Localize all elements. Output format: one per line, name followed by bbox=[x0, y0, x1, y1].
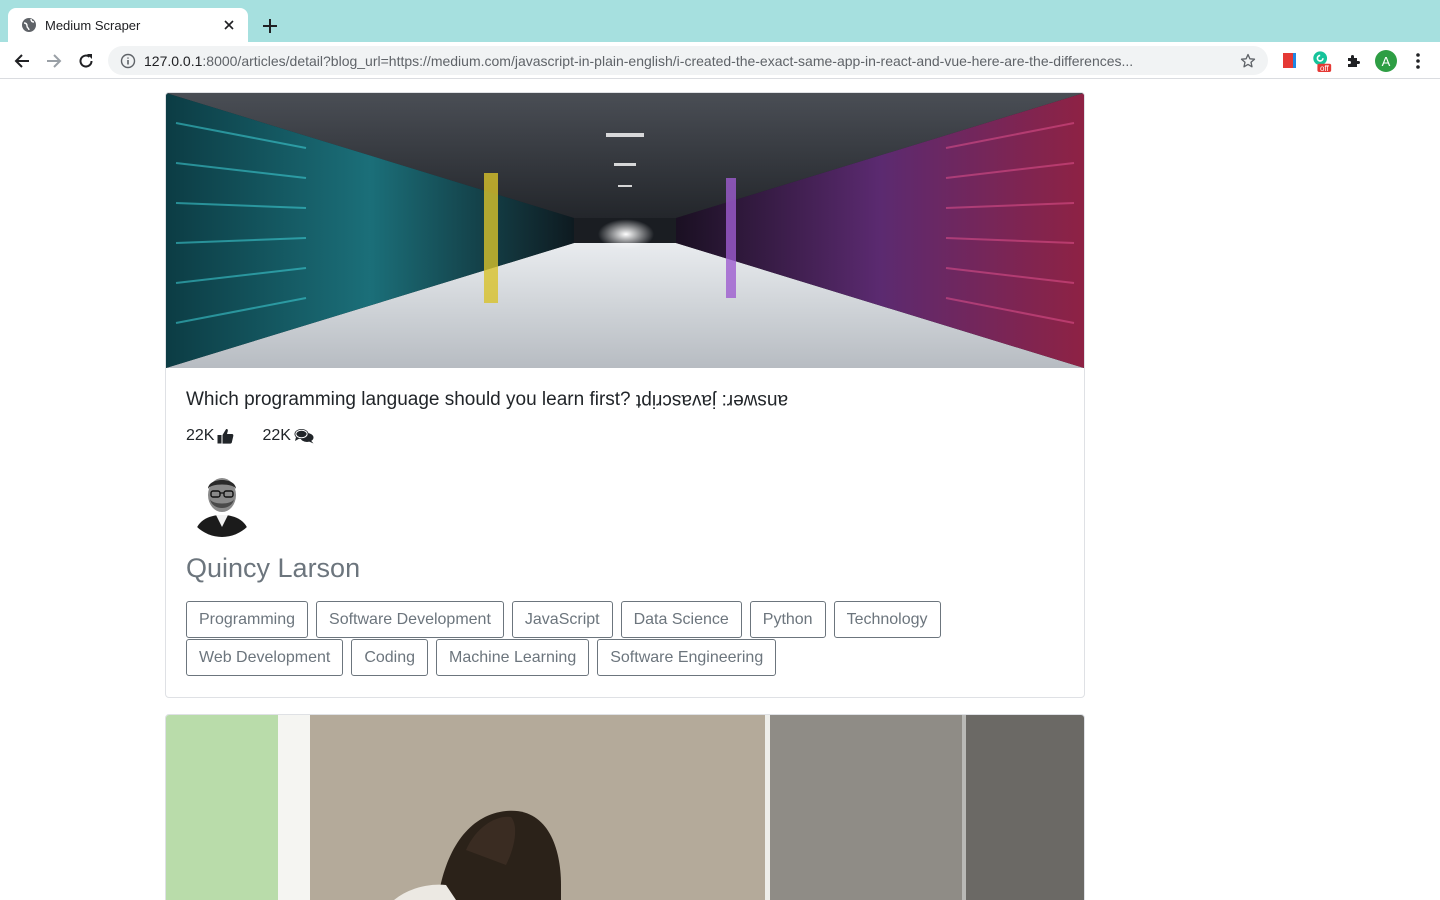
tag-button[interactable]: JavaScript bbox=[511, 601, 613, 638]
article-card bbox=[165, 714, 1085, 900]
bookmark-star-icon[interactable] bbox=[1238, 51, 1258, 71]
tag-button[interactable]: Machine Learning bbox=[436, 639, 590, 676]
back-button[interactable] bbox=[9, 48, 35, 74]
likes-stat: 22K bbox=[186, 427, 234, 445]
address-bar[interactable]: 127.0.0.1:8000/articles/detail?blog_url=… bbox=[108, 46, 1268, 75]
tag-button[interactable]: Python bbox=[749, 601, 826, 638]
menu-kebab-icon[interactable] bbox=[1407, 50, 1429, 72]
tag-button[interactable]: Programming bbox=[186, 601, 309, 638]
bookmark-extension-icon[interactable] bbox=[1279, 50, 1301, 72]
tag-button[interactable]: Technology bbox=[833, 601, 941, 638]
comments-stat: 22K bbox=[262, 427, 314, 445]
profile-avatar[interactable]: A bbox=[1375, 50, 1397, 72]
forward-button[interactable] bbox=[41, 48, 67, 74]
url-host: 127.0.0.1 bbox=[144, 52, 203, 69]
article-image bbox=[166, 93, 1084, 368]
extension-badge: off bbox=[1320, 64, 1329, 73]
info-icon[interactable] bbox=[120, 53, 136, 69]
page-content: Which programming language should you le… bbox=[0, 80, 1440, 900]
thumbs-up-icon bbox=[217, 429, 234, 444]
likes-count: 22K bbox=[186, 427, 215, 444]
author-avatar[interactable] bbox=[186, 465, 258, 537]
browser-tab[interactable]: Medium Scraper bbox=[8, 8, 248, 42]
reload-button[interactable] bbox=[73, 48, 99, 74]
browser-toolbar: 127.0.0.1:8000/articles/detail?blog_url=… bbox=[0, 42, 1440, 79]
tag-button[interactable]: Software Development bbox=[316, 601, 504, 638]
globe-icon bbox=[21, 17, 37, 33]
url-text[interactable]: 127.0.0.1:8000/articles/detail?blog_url=… bbox=[144, 53, 1228, 69]
close-tab-icon[interactable] bbox=[220, 16, 238, 34]
article-card: Which programming language should you le… bbox=[165, 92, 1085, 698]
new-tab-button[interactable] bbox=[258, 14, 282, 38]
article-title-text: Which programming language should you le… bbox=[186, 389, 631, 410]
tag-button[interactable]: Data Science bbox=[620, 601, 742, 638]
article-stats: 22K 22K bbox=[186, 427, 342, 445]
extensions-puzzle-icon[interactable] bbox=[1343, 50, 1365, 72]
article-title[interactable]: Which programming language should you le… bbox=[186, 389, 788, 411]
tab-title: Medium Scraper bbox=[45, 17, 141, 33]
comments-icon bbox=[294, 429, 314, 444]
comments-count: 22K bbox=[262, 427, 291, 444]
tag-button[interactable]: Web Development bbox=[186, 639, 344, 676]
tag-button[interactable]: Coding bbox=[351, 639, 429, 676]
tag-button[interactable]: Software Engineering bbox=[597, 639, 777, 676]
article-image bbox=[166, 715, 1084, 900]
url-path: :8000/articles/detail?blog_url=https://m… bbox=[202, 52, 1134, 69]
tag-list: Programming Software Development JavaScrip… bbox=[186, 601, 1006, 677]
grammar-extension-icon[interactable]: off bbox=[1311, 50, 1333, 73]
article-title-flipped: answer: javascript bbox=[635, 390, 788, 411]
author-name[interactable]: Quincy Larson bbox=[186, 553, 360, 584]
tab-strip: Medium Scraper bbox=[0, 0, 1440, 42]
